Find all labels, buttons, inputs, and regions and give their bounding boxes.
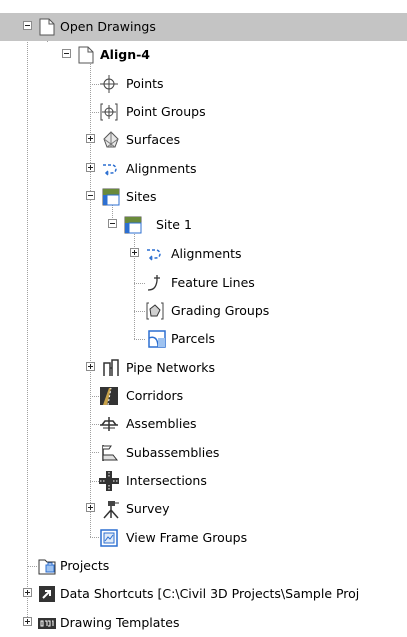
collapse-icon[interactable] [108,219,117,228]
pipe-networks-icon [101,358,121,378]
tree-item-point-groups[interactable]: Point Groups [0,98,407,126]
tree-item-surfaces[interactable]: Surfaces [0,126,407,154]
tree-item-sites[interactable]: Sites [0,183,407,211]
subassemblies-icon [99,443,119,463]
data-shortcuts-icon [37,584,57,604]
tree-item-label: Sites [126,189,157,204]
tree-item-label: Subassemblies [126,445,220,460]
tree-item-label: Align-4 [100,47,150,62]
tree-item-grading-groups[interactable]: Grading Groups [0,297,407,325]
tree-item-view-frame-groups[interactable]: View Frame Groups [0,524,407,552]
tree-item-label: Grading Groups [171,303,270,318]
document-icon [76,45,96,65]
expand-icon[interactable] [86,503,95,512]
assemblies-icon [99,414,119,434]
expand-icon[interactable] [23,588,32,597]
tree-item-survey[interactable]: Survey [0,495,407,523]
expand-icon[interactable] [130,248,139,257]
tree-item-label: Site 1 [156,217,192,232]
tree-item-label: Alignments [171,246,242,261]
tree-item-corridors[interactable]: Corridors [0,382,407,410]
expand-icon[interactable] [86,163,95,172]
tree-item-label: View Frame Groups [126,530,248,545]
view-frame-groups-icon [99,528,119,548]
collapse-icon[interactable] [62,49,71,58]
tree-item-label: Feature Lines [171,275,255,290]
expand-icon[interactable] [86,134,95,143]
tree-item-data-shortcuts[interactable]: Data Shortcuts [C:\Civil 3D Projects\Sam… [0,580,407,608]
tree-item-label: Surfaces [126,132,181,147]
drawing-templates-icon [37,613,57,633]
tree-item-label: Data Shortcuts [C:\Civil 3D Projects\Sam… [60,586,360,601]
tree-item-assemblies[interactable]: Assemblies [0,410,407,438]
points-icon [99,74,119,94]
expand-icon[interactable] [86,362,95,371]
tree-item-label: Assemblies [126,416,197,431]
tree-item-parcels[interactable]: Parcels [0,325,407,353]
tree-item-subassemblies[interactable]: Subassemblies [0,439,407,467]
tree-item-label: Alignments [126,161,197,176]
sites-icon [101,187,121,207]
tree-item-site-alignments[interactable]: Alignments [0,240,407,268]
projects-icon [37,556,57,576]
corridors-icon [99,386,119,406]
tree-item-intersections[interactable]: Intersections [0,467,407,495]
alignments-icon [101,159,121,179]
tree-item-label: Parcels [171,331,216,346]
tree-item-label: Survey [126,501,170,516]
tree-item-label: Intersections [126,473,207,488]
tree-item-open-drawings[interactable]: Open Drawings [0,13,407,41]
feature-lines-icon [145,273,165,293]
site-icon [123,215,143,235]
tree-item-label: Point Groups [126,104,206,119]
survey-icon [101,499,121,519]
point-groups-icon [99,102,119,122]
tree-item-label: Open Drawings [60,19,156,34]
tree-item-site1[interactable]: Site 1 [0,211,407,239]
tree-item-points[interactable]: Points [0,70,407,98]
tree-item-pipe-networks[interactable]: Pipe Networks [0,354,407,382]
prospector-tree: Open Drawings Align-4 Points Point Group… [0,0,407,632]
grading-groups-icon [145,301,165,321]
tree-item-feature-lines[interactable]: Feature Lines [0,269,407,297]
tree-item-label: Projects [60,558,110,573]
surfaces-icon [101,130,121,150]
tree-item-alignments[interactable]: Alignments [0,155,407,183]
tree-item-label: Corridors [126,388,184,403]
tree-item-label: Drawing Templates [60,615,180,630]
tree-item-label: Pipe Networks [126,360,216,375]
tree-item-align4[interactable]: Align-4 [0,41,407,69]
document-icon [37,17,57,37]
collapse-icon[interactable] [23,21,32,30]
tree-item-projects[interactable]: Projects [0,552,407,580]
intersections-icon [99,471,119,491]
collapse-icon[interactable] [86,191,95,200]
parcels-icon [147,329,167,349]
expand-icon[interactable] [23,617,32,626]
alignments-icon [145,244,165,264]
tree-item-label: Points [126,76,164,91]
tree-item-drawing-templates[interactable]: Drawing Templates [0,609,407,637]
